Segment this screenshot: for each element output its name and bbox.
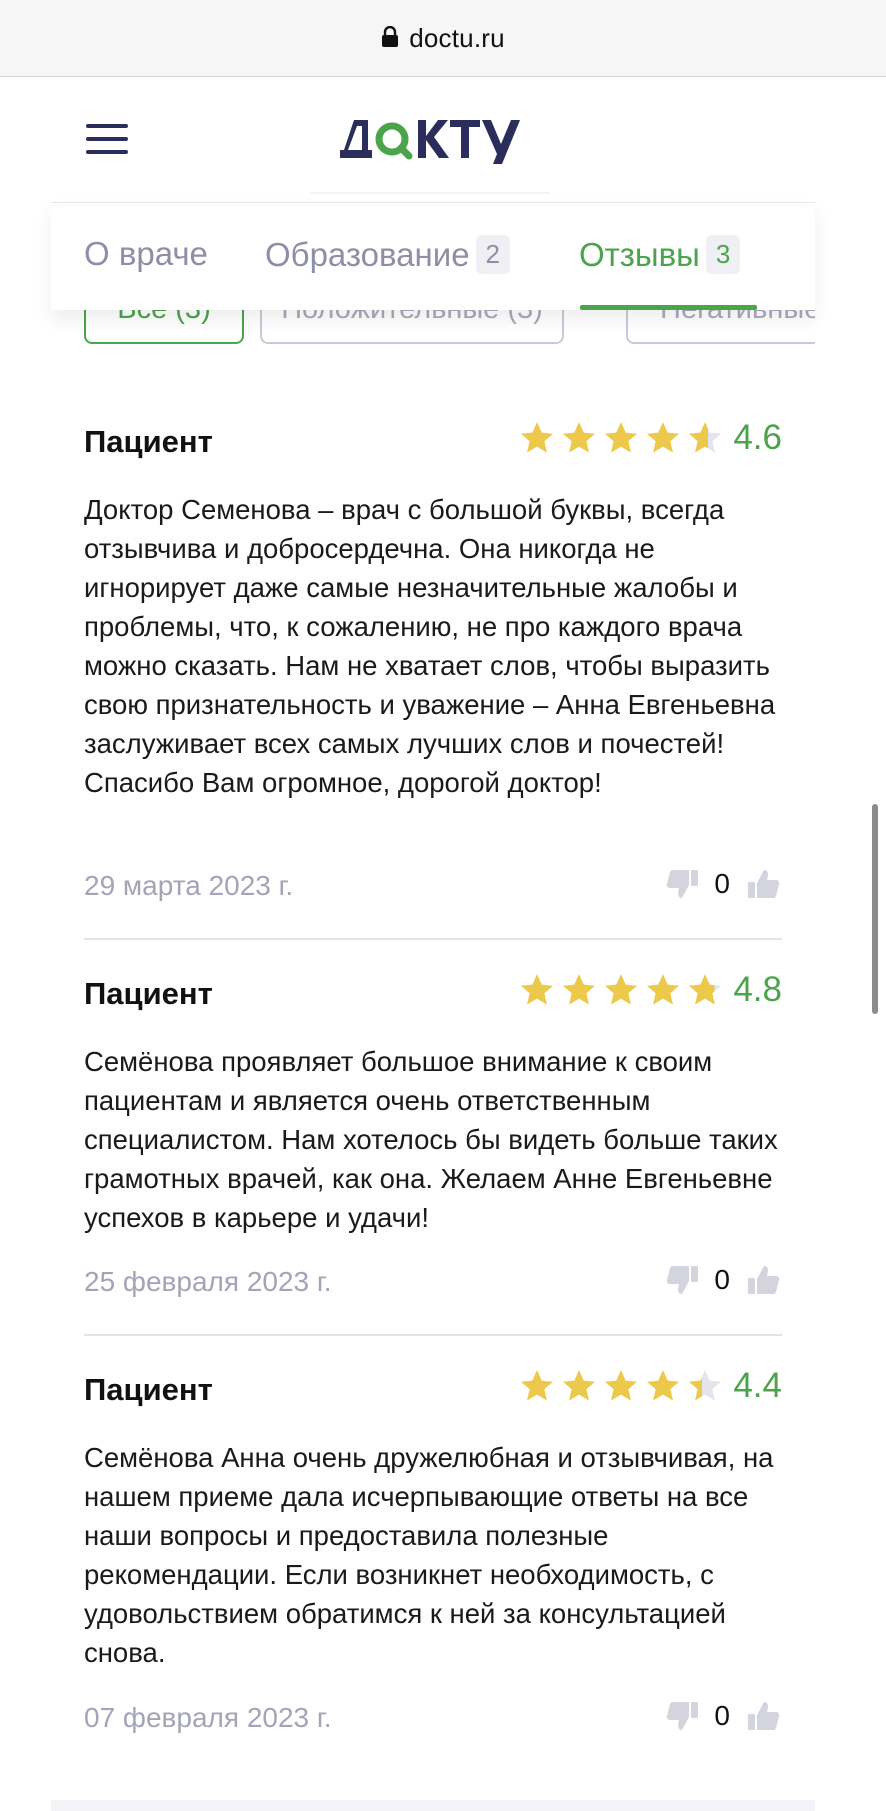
vote-count: 0 xyxy=(714,1700,730,1731)
review-card: Пациент 4.4 Семёнова Анна очень дружелюб… xyxy=(84,1366,782,1742)
star-icon xyxy=(647,1370,680,1401)
star-icon xyxy=(521,1370,554,1401)
browser-url-bar[interactable]: doctu.ru xyxy=(0,0,886,77)
star-icon xyxy=(689,1370,722,1401)
site-logo[interactable] xyxy=(336,106,532,166)
thumb-down-icon[interactable] xyxy=(664,866,700,902)
rating-value: 4.8 xyxy=(733,970,782,1009)
review-votes: 0 xyxy=(664,1262,782,1298)
tab-education[interactable]: Образование 2 xyxy=(265,235,511,274)
menu-icon[interactable] xyxy=(86,124,128,154)
review-meta: 07 февраля 2023 г. 0 xyxy=(84,1700,782,1742)
star-icon xyxy=(521,422,554,453)
review-date: 29 марта 2023 г. xyxy=(84,870,294,901)
tab-education-count: 2 xyxy=(475,235,511,274)
tab-education-label: Образование xyxy=(265,235,470,273)
rating-value: 4.6 xyxy=(733,418,782,457)
review-divider xyxy=(84,1334,782,1336)
site-header xyxy=(0,78,886,198)
review-meta: 25 февраля 2023 г. 0 xyxy=(84,1264,782,1306)
logo-mark xyxy=(340,120,520,164)
review-votes: 0 xyxy=(664,1698,782,1734)
faded-content xyxy=(310,192,550,202)
thumb-down-icon[interactable] xyxy=(664,1262,700,1298)
review-divider xyxy=(84,938,782,940)
vote-count: 0 xyxy=(714,1264,730,1295)
active-tab-indicator xyxy=(580,305,757,310)
tab-about[interactable]: О враче xyxy=(84,235,208,273)
review-author: Пациент xyxy=(84,424,213,459)
star-icon xyxy=(689,974,722,1005)
star-icon xyxy=(605,974,638,1005)
review-meta: 29 марта 2023 г. 0 xyxy=(84,868,782,910)
star-icon xyxy=(647,422,680,453)
tab-reviews-label: Отзывы xyxy=(579,235,700,273)
thumb-up-icon[interactable] xyxy=(746,866,782,902)
star-icon xyxy=(563,422,596,453)
star-icon xyxy=(647,974,680,1005)
review-rating: 4.4 xyxy=(513,1366,782,1406)
review-date: 25 февраля 2023 г. xyxy=(84,1266,332,1297)
star-icon xyxy=(605,1370,638,1401)
star-icon xyxy=(521,974,554,1005)
review-author: Пациент xyxy=(84,1372,213,1407)
review-text: Семёнова Анна очень дружелюбная и отзывч… xyxy=(84,1442,774,1668)
next-section-edge xyxy=(51,1800,815,1811)
star-rating xyxy=(513,420,723,456)
star-icon xyxy=(689,422,722,453)
doctor-tabs: О враче Образование 2 Отзывы 3 xyxy=(51,202,815,310)
tab-reviews[interactable]: Отзывы 3 xyxy=(579,235,741,274)
vote-count: 0 xyxy=(714,868,730,899)
review-rating: 4.6 xyxy=(513,418,782,458)
star-icon xyxy=(605,422,638,453)
rating-value: 4.4 xyxy=(733,1366,782,1405)
review-text: Семёнова проявляет большое внимание к св… xyxy=(84,1046,778,1233)
thumb-down-icon[interactable] xyxy=(664,1698,700,1734)
thumb-up-icon[interactable] xyxy=(746,1698,782,1734)
review-card: Пациент 4.8 Семёнова проявляет большое в… xyxy=(84,970,782,1306)
review-rating: 4.8 xyxy=(513,970,782,1010)
review-votes: 0 xyxy=(664,866,782,902)
review-date: 07 февраля 2023 г. xyxy=(84,1702,332,1733)
page-scrollbar[interactable] xyxy=(872,804,878,1014)
url-text: doctu.ru xyxy=(409,22,505,53)
review-card: Пациент 4.6 Доктор Семенова – врач с бол… xyxy=(84,418,782,904)
star-rating xyxy=(513,1368,723,1404)
star-icon xyxy=(563,974,596,1005)
review-text: Доктор Семенова – врач с большой буквы, … xyxy=(84,494,776,798)
star-icon xyxy=(563,1370,596,1401)
lock-icon xyxy=(382,26,399,47)
star-rating xyxy=(513,972,723,1008)
review-author: Пациент xyxy=(84,976,213,1011)
thumb-up-icon[interactable] xyxy=(746,1262,782,1298)
tab-reviews-count: 3 xyxy=(705,235,741,274)
tab-about-label: О враче xyxy=(84,235,208,272)
